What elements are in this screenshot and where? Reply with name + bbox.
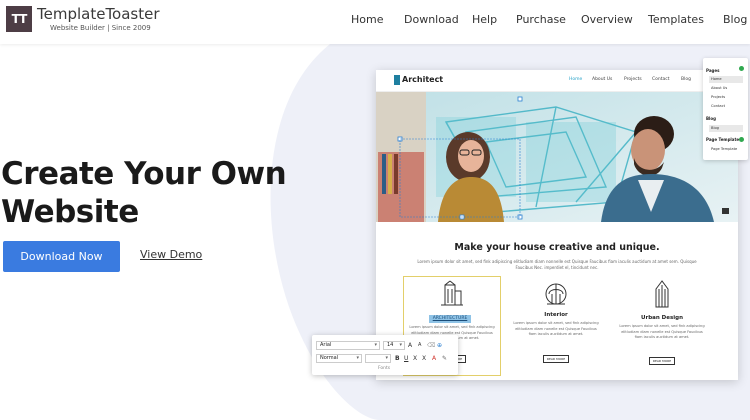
line-height-select[interactable] bbox=[365, 354, 391, 363]
preview-card-button-interior: READ MORE bbox=[543, 355, 569, 363]
panel-page-home[interactable]: Home bbox=[709, 76, 743, 83]
template-status-dot bbox=[739, 137, 744, 142]
preview-subtext: Lorem ipsum dolor sit amet, sed fink adi… bbox=[417, 259, 697, 270]
link-icon[interactable]: ⊕ bbox=[437, 341, 442, 350]
font-toolbar: Arial 14 A A ⌫ ⊕ Normal B U X X A ✎ Font… bbox=[312, 335, 458, 375]
preview-menu-home: Home bbox=[569, 77, 583, 82]
highlight-icon[interactable]: ✎ bbox=[442, 354, 447, 363]
preview-logo-icon bbox=[394, 75, 400, 85]
preview-navbar: Architect Home About Us Projects Contact… bbox=[376, 70, 738, 92]
site-header: TT TemplateToaster Website Builder | Sin… bbox=[0, 0, 750, 44]
pages-panel-heading: Pages bbox=[706, 68, 720, 73]
preview-card-title-interior: Interior bbox=[544, 312, 568, 318]
page: TT TemplateToaster Website Builder | Sin… bbox=[0, 0, 750, 420]
nav-download[interactable]: Download bbox=[404, 13, 459, 26]
panel-page-about[interactable]: About Us bbox=[709, 85, 743, 92]
font-family-select[interactable]: Arial bbox=[316, 341, 380, 350]
hero-title: Create Your Own Website bbox=[1, 155, 287, 231]
preview-card-button-urban-design: READ MORE bbox=[649, 357, 675, 365]
underline-icon[interactable]: U bbox=[404, 354, 408, 363]
clear-format-icon[interactable]: ⌫ bbox=[427, 341, 435, 350]
nav-help[interactable]: Help bbox=[472, 13, 497, 26]
preview-logo: Architect bbox=[402, 75, 444, 84]
paragraph-style-select[interactable]: Normal bbox=[316, 354, 362, 363]
preview-card-title-urban-design: Urban Design bbox=[641, 315, 683, 321]
preview-menu-blog: Blog bbox=[681, 77, 691, 82]
panel-template-item[interactable]: Page Template bbox=[709, 146, 743, 153]
nav-blog[interactable]: Blog bbox=[723, 13, 747, 26]
main-nav: Home Download Help Purchase Overview Tem… bbox=[0, 13, 750, 29]
hero-title-line1: Create Your Own bbox=[1, 156, 287, 192]
nav-templates[interactable]: Templates bbox=[648, 13, 704, 26]
preview-card-desc-urban-design: Lorem ipsum dolor sit amet, sed fink adi… bbox=[619, 324, 705, 339]
nav-overview[interactable]: Overview bbox=[581, 13, 633, 26]
template-panel-heading: Page Template bbox=[706, 137, 740, 142]
preview-card-interior: Interior Lorem ipsum dolor sit amet, sed… bbox=[506, 277, 606, 373]
toolbar-section-label: Fonts bbox=[378, 366, 391, 371]
preview-menu-projects: Projects bbox=[624, 77, 642, 82]
nav-purchase[interactable]: Purchase bbox=[516, 13, 566, 26]
pages-panel: Pages Home About Us Projects Contact Blo… bbox=[703, 58, 748, 160]
grow-font-icon[interactable]: A bbox=[408, 341, 412, 350]
preview-card-urban-design: Urban Design Lorem ipsum dolor sit amet,… bbox=[612, 277, 712, 373]
preview-menu-about: About Us bbox=[592, 77, 613, 82]
download-now-button[interactable]: Download Now bbox=[3, 241, 120, 272]
blog-panel-heading: Blog bbox=[706, 116, 717, 121]
shrink-font-icon[interactable]: A bbox=[418, 341, 421, 350]
text-color-icon[interactable]: A bbox=[432, 354, 436, 363]
dome-icon bbox=[545, 283, 567, 305]
view-demo-link[interactable]: View Demo bbox=[140, 248, 202, 261]
tower-icon bbox=[655, 280, 669, 308]
preview-heading: Make your house creative and unique. bbox=[454, 242, 660, 253]
nav-home[interactable]: Home bbox=[351, 13, 383, 26]
preview-hero-image bbox=[376, 92, 738, 222]
panel-blog-item[interactable]: Blog bbox=[709, 125, 743, 132]
preview-menu-contact: Contact bbox=[652, 77, 670, 82]
pages-status-dot bbox=[739, 66, 744, 71]
builder-preview: Architect Home About Us Projects Contact… bbox=[376, 70, 738, 380]
font-size-select[interactable]: 14 bbox=[383, 341, 405, 350]
superscript-icon[interactable]: X bbox=[413, 354, 417, 363]
bold-icon[interactable]: B bbox=[395, 354, 400, 363]
panel-page-contact[interactable]: Contact bbox=[709, 103, 743, 110]
preview-card-desc-interior: Lorem ipsum dolor sit amet, sed fink adi… bbox=[513, 321, 599, 336]
panel-page-projects[interactable]: Projects bbox=[709, 94, 743, 101]
subscript-icon[interactable]: X bbox=[422, 354, 426, 363]
hero-title-line2: Website bbox=[1, 194, 139, 230]
